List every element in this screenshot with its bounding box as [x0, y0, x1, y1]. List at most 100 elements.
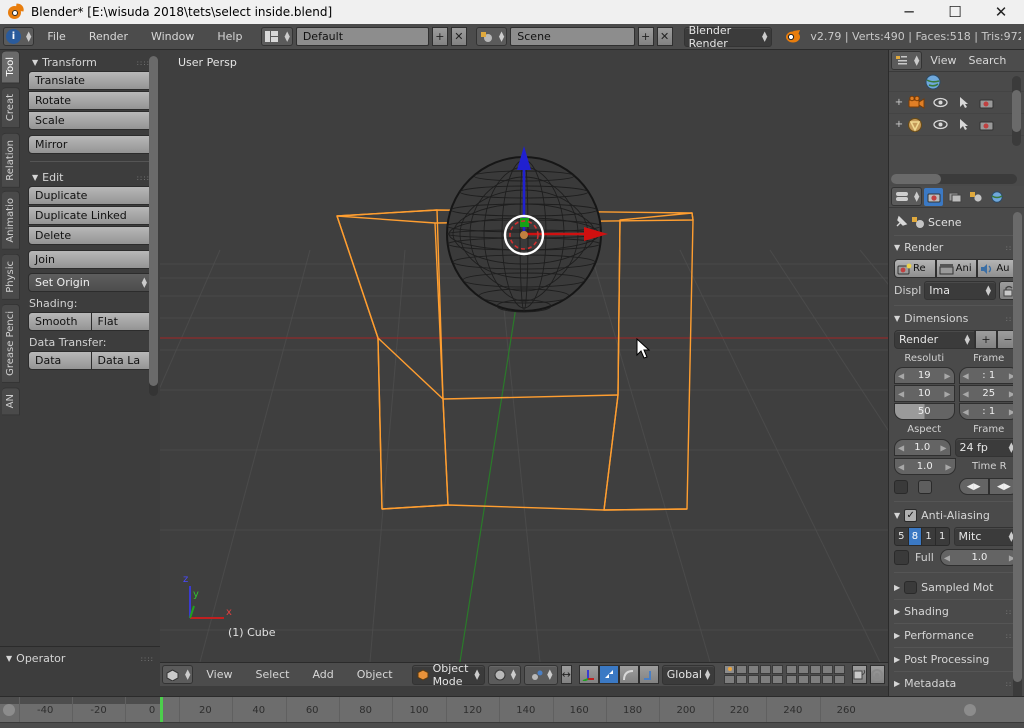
layer-cell[interactable] — [834, 675, 846, 684]
aspect-y-field[interactable]: ◀ 1.0 ▶ — [894, 458, 956, 475]
decrement-arrow-icon[interactable]: ◀ — [898, 389, 904, 398]
frame-start-field[interactable]: ◀ : 1 ▶ — [958, 367, 1019, 384]
eye-icon[interactable] — [933, 119, 948, 130]
performance-panel-header[interactable]: ▶ Performance :::: — [894, 627, 1019, 644]
post-processing-panel-header[interactable]: ▶ Post Processing — [894, 651, 1019, 668]
scale-button[interactable]: Scale — [28, 111, 154, 130]
decrement-arrow-icon[interactable]: ◀ — [898, 371, 904, 380]
resolution-preset-dropdown[interactable]: Render ▲ ▼ — [894, 330, 975, 349]
render-animation-button[interactable]: Ani — [935, 259, 978, 278]
antialiasing-panel-header[interactable]: ▼ ✓ Anti-Aliasing — [894, 508, 1019, 523]
menu-help[interactable]: Help — [207, 27, 252, 47]
pin-icon[interactable] — [894, 215, 908, 229]
layer-cell[interactable] — [724, 675, 736, 684]
screen-layout-selector[interactable]: ▲ ▼ — [261, 27, 293, 46]
tab-create[interactable]: Creat — [2, 87, 20, 129]
layer-cell[interactable] — [786, 675, 798, 684]
decrement-arrow-icon[interactable]: ◀ — [898, 443, 904, 452]
increment-arrow-icon[interactable]: ▶ — [944, 371, 950, 380]
outliner-menu-search[interactable]: Search — [965, 51, 1011, 71]
tool-shelf-scrollbar[interactable] — [149, 56, 158, 396]
properties-tab-render[interactable] — [924, 187, 944, 206]
layer-cell[interactable] — [798, 675, 810, 684]
crop-checkbox[interactable] — [918, 479, 932, 494]
scrollbar-handle-right[interactable] — [964, 704, 976, 716]
tab-relations[interactable]: Relation — [2, 132, 20, 188]
timeline-ruler[interactable]: -40 -20 0 20 40 60 80 100 120 140 160 180 200 220 240 2… — [0, 697, 1024, 723]
outliner-scrollbar-horizontal[interactable] — [891, 174, 1017, 184]
viewport-menu-select[interactable]: Select — [246, 665, 300, 685]
current-frame-indicator[interactable] — [160, 697, 163, 722]
manipulator-extra-icon[interactable] — [638, 665, 659, 684]
shading-panel-header[interactable]: ▶ Shading :::: — [894, 603, 1019, 620]
expand-toggle-icon[interactable]: + — [891, 97, 907, 108]
lock-icon[interactable] — [852, 665, 868, 684]
properties-tab-world[interactable] — [987, 188, 1006, 206]
manipulator-scale-icon[interactable] — [618, 665, 639, 684]
filter-size-field[interactable]: ◀ 1.0 ▶ — [939, 549, 1019, 566]
manipulator-translate-icon[interactable] — [578, 665, 599, 684]
sampled-motion-blur-checkbox[interactable] — [904, 581, 918, 594]
delete-button[interactable]: Delete — [28, 226, 154, 245]
tab-grease-pencil[interactable]: Grease Penci — [2, 303, 20, 383]
decrement-arrow-icon[interactable]: ◀ — [963, 407, 969, 416]
resolution-y-field[interactable]: ◀ 10 ▶ — [894, 385, 955, 402]
interaction-mode-dropdown[interactable]: Object Mode ▲ ▼ — [411, 663, 485, 686]
add-preset-button[interactable]: + — [975, 330, 997, 349]
screen-layout-field[interactable]: Default — [295, 27, 429, 46]
proportional-edit-icon[interactable] — [870, 665, 886, 684]
data-button[interactable]: Data — [28, 351, 92, 370]
outliner-scrollbar-vertical[interactable] — [1012, 76, 1021, 146]
close-button[interactable]: ✕ — [978, 0, 1024, 24]
layer-cell[interactable] — [822, 675, 834, 684]
add-screen-button[interactable]: + — [431, 27, 448, 46]
viewport-menu-add[interactable]: Add — [302, 665, 343, 685]
layer-cell[interactable] — [810, 675, 822, 684]
viewport-editor-type-button[interactable]: ▲ ▼ — [162, 665, 194, 684]
3d-viewport[interactable]: User Persp z y x (1) Cube — [160, 50, 888, 662]
outliner-row-lamp[interactable]: + — [889, 114, 1024, 136]
duplicate-linked-button[interactable]: Duplicate Linked — [28, 206, 154, 225]
aa-filter-dropdown[interactable]: Mitc ▲ ▼ — [953, 527, 1019, 546]
decrement-arrow-icon[interactable]: ◀ — [963, 371, 969, 380]
properties-scrollbar[interactable] — [1013, 212, 1022, 712]
aa-sample-16-button[interactable]: 1 — [935, 527, 950, 546]
layer-cell[interactable] — [760, 665, 772, 674]
properties-editor-type-button[interactable]: ▲ ▼ — [891, 187, 923, 206]
transform-orientation-dropdown[interactable]: Global ▲ ▼ — [661, 664, 716, 685]
decrement-arrow-icon[interactable]: ◀ — [898, 462, 904, 471]
render-panel-header[interactable]: ▼ Render :::: — [894, 240, 1019, 255]
scrollbar-handle-left[interactable] — [3, 704, 15, 716]
layer-cell[interactable] — [834, 665, 846, 674]
info-editor-type-button[interactable]: i ▲ ▼ — [3, 27, 35, 46]
render-image-button[interactable]: Re — [894, 259, 936, 278]
increment-arrow-icon[interactable]: ▶ — [944, 389, 950, 398]
aspect-x-field[interactable]: ◀ 1.0 ▶ — [894, 439, 951, 456]
scene-selector[interactable]: ▲ ▼ — [475, 27, 508, 46]
flat-button[interactable]: Flat — [91, 312, 154, 331]
increment-arrow-icon[interactable]: ▶ — [940, 443, 946, 452]
layer-cell[interactable] — [736, 675, 748, 684]
menu-render[interactable]: Render — [79, 27, 138, 47]
resolution-percentage-slider[interactable]: 50 — [894, 403, 955, 420]
decrement-arrow-icon[interactable]: ◀ — [963, 389, 969, 398]
frame-end-field[interactable]: ◀ 25 ▶ — [958, 385, 1019, 402]
resolution-x-field[interactable]: ◀ 19 ▶ — [894, 367, 955, 384]
layer-cell[interactable] — [798, 665, 810, 674]
minimize-button[interactable]: ─ — [886, 0, 932, 24]
set-origin-dropdown[interactable]: Set Origin ▲ ▼ — [28, 273, 154, 292]
smooth-button[interactable]: Smooth — [28, 312, 92, 331]
border-checkbox[interactable] — [894, 479, 908, 494]
menu-window[interactable]: Window — [141, 27, 204, 47]
camera-restrict-icon[interactable] — [979, 119, 994, 131]
render-engine-dropdown[interactable]: Blender Render ▲ ▼ — [683, 24, 773, 50]
full-sample-checkbox[interactable] — [894, 550, 909, 565]
tab-physics[interactable]: Physic — [2, 253, 20, 300]
rotate-button[interactable]: Rotate — [28, 91, 154, 110]
dimensions-panel-header[interactable]: ▼ Dimensions :::: — [894, 311, 1019, 326]
outliner-menu-view[interactable]: View — [924, 51, 962, 71]
decrement-arrow-icon[interactable]: ◀ — [944, 553, 950, 562]
layer-cell[interactable] — [760, 675, 772, 684]
layer-cell[interactable] — [748, 665, 760, 674]
display-mode-dropdown[interactable]: Ima ▲ ▼ — [924, 281, 996, 300]
